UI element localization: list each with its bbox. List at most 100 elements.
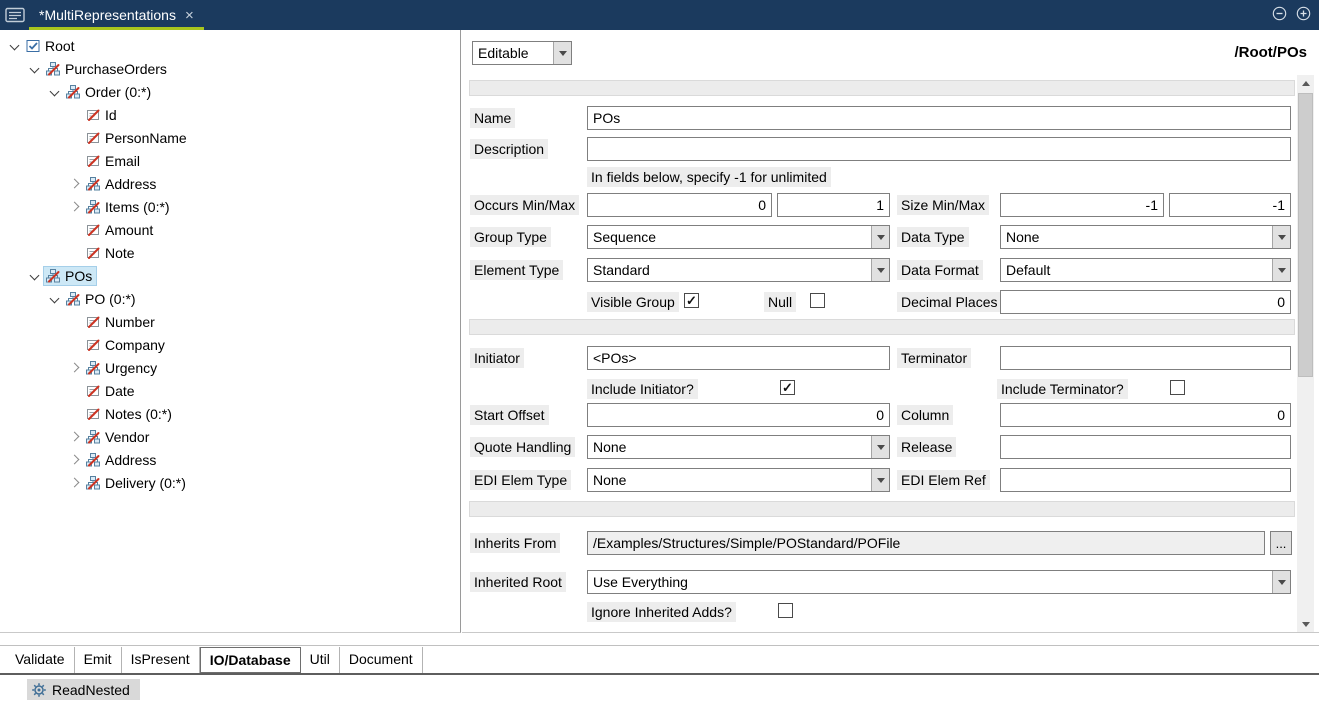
- include-terminator-label: Include Terminator?: [997, 379, 1128, 399]
- tree-item-address[interactable]: Address: [0, 172, 460, 195]
- data-format-select[interactable]: Default: [1000, 258, 1291, 282]
- tree-item-pos[interactable]: POs: [0, 264, 460, 287]
- chevron-down-icon[interactable]: [1272, 226, 1290, 248]
- include-terminator-checkbox[interactable]: [1170, 380, 1185, 395]
- scroll-down-icon[interactable]: [1297, 616, 1314, 633]
- tree-item-vendor[interactable]: Vendor: [0, 425, 460, 448]
- initiator-input[interactable]: [587, 346, 890, 370]
- tree-item-label: Id: [105, 107, 117, 123]
- tab-validate[interactable]: Validate: [6, 647, 75, 673]
- occurs-min-input[interactable]: [587, 193, 772, 217]
- tree-item-purchaseorders[interactable]: PurchaseOrders: [0, 57, 460, 80]
- chevron-down-icon[interactable]: [871, 259, 889, 281]
- occurs-max-input[interactable]: [777, 193, 890, 217]
- tree-item-label: Address: [105, 452, 156, 468]
- circle-plus-icon[interactable]: [1296, 6, 1311, 24]
- inherits-from-input[interactable]: [587, 531, 1265, 555]
- tree-item-address[interactable]: Address: [0, 448, 460, 471]
- tree-item-label: Order (0:*): [85, 84, 151, 100]
- tab-close-icon[interactable]: ×: [185, 8, 194, 23]
- chevron-right-icon[interactable]: [66, 475, 84, 491]
- chevron-down-icon[interactable]: [871, 436, 889, 458]
- tree-item-label: Number: [105, 314, 155, 330]
- chevron-down-icon[interactable]: [46, 291, 64, 307]
- edit-mode-select[interactable]: Editable: [472, 41, 572, 65]
- tab-ispresent[interactable]: IsPresent: [122, 647, 200, 673]
- tree-item-items-0[interactable]: Items (0:*): [0, 195, 460, 218]
- chevron-right-icon[interactable]: [66, 176, 84, 192]
- tree-item-urgency[interactable]: Urgency: [0, 356, 460, 379]
- scroll-up-icon[interactable]: [1297, 75, 1314, 92]
- tree-item-amount[interactable]: Amount: [0, 218, 460, 241]
- chevron-down-icon[interactable]: [1272, 571, 1290, 593]
- inherited-root-label: Inherited Root: [470, 572, 566, 592]
- tree-item-label: PO (0:*): [85, 291, 136, 307]
- inherited-root-select[interactable]: Use Everything: [587, 570, 1291, 594]
- tree-item-order-0[interactable]: Order (0:*): [0, 80, 460, 103]
- release-label: Release: [897, 437, 956, 457]
- description-input[interactable]: [587, 137, 1291, 161]
- tree-item-label: Delivery (0:*): [105, 475, 186, 491]
- visible-group-checkbox[interactable]: [684, 293, 699, 308]
- tree-item-root[interactable]: Root: [0, 34, 460, 57]
- tab-document[interactable]: Document: [340, 647, 423, 673]
- tree-item-number[interactable]: Number: [0, 310, 460, 333]
- release-input[interactable]: [1000, 435, 1291, 459]
- chevron-down-icon[interactable]: [871, 226, 889, 248]
- terminator-input[interactable]: [1000, 346, 1291, 370]
- chevron-right-icon[interactable]: [66, 199, 84, 215]
- edi-elem-ref-input[interactable]: [1000, 468, 1291, 492]
- chevron-spacer: [66, 245, 84, 261]
- tree-item-label: Notes (0:*): [105, 406, 172, 422]
- ignore-inherited-adds-checkbox[interactable]: [778, 603, 793, 618]
- tree-item-email[interactable]: Email: [0, 149, 460, 172]
- start-offset-input[interactable]: [587, 403, 890, 427]
- include-initiator-checkbox[interactable]: [780, 380, 795, 395]
- chevron-right-icon[interactable]: [66, 429, 84, 445]
- tree-item-personname[interactable]: PersonName: [0, 126, 460, 149]
- tree-item-delivery-0[interactable]: Delivery (0:*): [0, 471, 460, 494]
- separator: [469, 319, 1295, 335]
- data-type-select[interactable]: None: [1000, 225, 1291, 249]
- chevron-right-icon[interactable]: [66, 360, 84, 376]
- chevron-down-icon[interactable]: [46, 84, 64, 100]
- tab-util[interactable]: Util: [301, 647, 340, 673]
- group-type-label: Group Type: [470, 227, 551, 247]
- column-input[interactable]: [1000, 403, 1291, 427]
- null-checkbox[interactable]: [810, 293, 825, 308]
- tree-item-notes-0[interactable]: Notes (0:*): [0, 402, 460, 425]
- tree-item-po-0[interactable]: PO (0:*): [0, 287, 460, 310]
- script-item-readnested[interactable]: ReadNested: [27, 679, 140, 700]
- document-tab[interactable]: *MultiRepresentations ×: [29, 0, 204, 30]
- browse-button[interactable]: ...: [1270, 531, 1292, 555]
- decimal-places-input[interactable]: [1000, 290, 1291, 314]
- group-type-select[interactable]: Sequence: [587, 225, 890, 249]
- vertical-scrollbar[interactable]: [1297, 75, 1314, 633]
- tree-item-id[interactable]: Id: [0, 103, 460, 126]
- edi-elem-type-select[interactable]: None: [587, 468, 890, 492]
- edi-elem-type-value: None: [588, 472, 871, 488]
- tree-item-date[interactable]: Date: [0, 379, 460, 402]
- element-type-select[interactable]: Standard: [587, 258, 890, 282]
- quote-handling-select[interactable]: None: [587, 435, 890, 459]
- tab-emit[interactable]: Emit: [75, 647, 122, 673]
- size-max-input[interactable]: [1169, 193, 1291, 217]
- tree-item-company[interactable]: Company: [0, 333, 460, 356]
- chevron-down-icon[interactable]: [26, 268, 44, 284]
- name-input[interactable]: [587, 106, 1291, 130]
- name-label: Name: [470, 108, 515, 128]
- chevron-down-icon[interactable]: [553, 42, 571, 64]
- scrollbar-thumb[interactable]: [1298, 93, 1313, 377]
- chevron-right-icon[interactable]: [66, 452, 84, 468]
- document-tab-title: *MultiRepresentations: [39, 7, 176, 23]
- field-icon: [85, 406, 101, 422]
- chevron-down-icon[interactable]: [1272, 259, 1290, 281]
- tab-io-database[interactable]: IO/Database: [200, 647, 301, 673]
- chevron-down-icon[interactable]: [6, 38, 24, 54]
- circle-minus-icon[interactable]: [1272, 6, 1287, 24]
- chevron-down-icon[interactable]: [871, 469, 889, 491]
- tree-item-note[interactable]: Note: [0, 241, 460, 264]
- size-min-input[interactable]: [1000, 193, 1164, 217]
- edit-mode-value: Editable: [473, 45, 553, 61]
- chevron-down-icon[interactable]: [26, 61, 44, 77]
